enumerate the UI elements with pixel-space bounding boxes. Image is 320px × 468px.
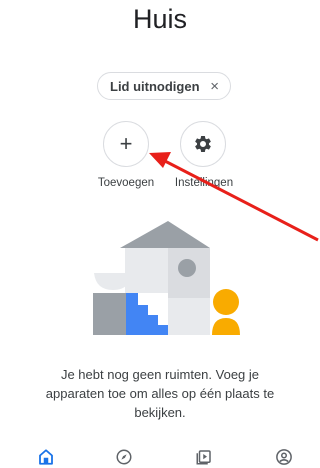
house-illustration: [93, 221, 240, 335]
empty-state-message: Je hebt nog geen ruimten. Voeg je appara…: [45, 367, 275, 420]
home-icon: [39, 449, 53, 465]
add-button[interactable]: +: [103, 121, 149, 167]
settings-button[interactable]: [180, 121, 226, 167]
compass-icon: [116, 449, 132, 465]
home-screen: Huis Lid uitnodigen × + Toevoegen Instel…: [0, 0, 320, 468]
nav-home[interactable]: [35, 446, 57, 468]
invite-member-chip[interactable]: Lid uitnodigen ×: [97, 72, 231, 100]
media-icon: [196, 450, 211, 465]
nav-discover[interactable]: [113, 446, 135, 468]
bottom-navigation: [0, 440, 320, 468]
add-label: Toevoegen: [97, 177, 155, 189]
settings-label: Instellingen: [174, 177, 234, 189]
nav-account[interactable]: [273, 446, 295, 468]
invite-member-label: Lid uitnodigen: [110, 78, 200, 94]
account-icon: [276, 449, 292, 465]
page-title: Huis: [132, 4, 187, 34]
plus-icon: +: [119, 131, 133, 156]
gear-icon: [195, 135, 211, 152]
close-icon[interactable]: ×: [210, 78, 219, 95]
nav-media[interactable]: [193, 446, 215, 468]
